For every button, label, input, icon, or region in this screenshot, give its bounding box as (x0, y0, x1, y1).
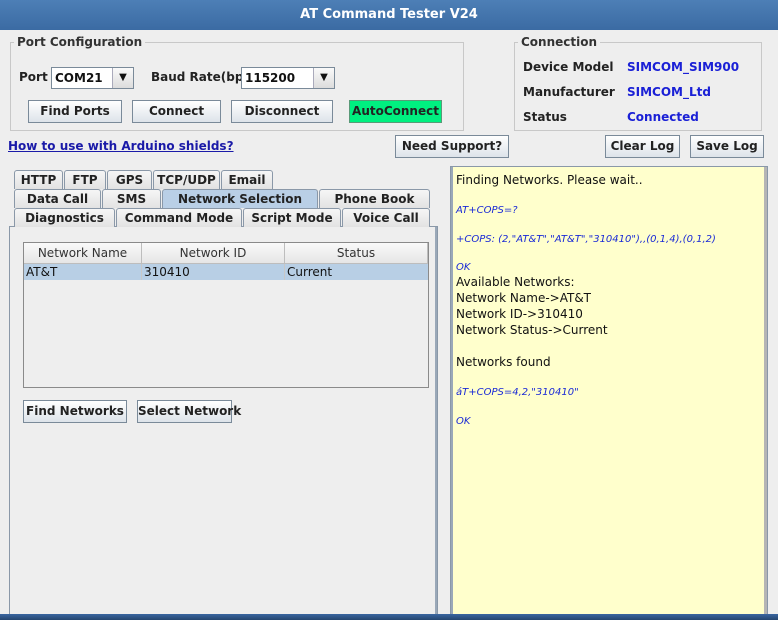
port-select[interactable]: COM21 ▼ (51, 67, 134, 89)
baud-rate-select[interactable]: 115200 ▼ (241, 67, 335, 89)
log-response: +COPS: (2,"AT&T","AT&T","310410"),,(0,1,… (456, 234, 716, 245)
log-line: Finding Networks. Please wait.. (456, 173, 643, 187)
disconnect-button[interactable]: Disconnect (231, 100, 333, 123)
chevron-down-icon: ▼ (313, 68, 334, 88)
window-bottom-edge (0, 614, 778, 620)
need-support-button[interactable]: Need Support? (395, 135, 509, 158)
tab-network-selection[interactable]: Network Selection (162, 189, 318, 208)
network-table: Network Name Network ID Status AT&T 3104… (23, 242, 429, 388)
port-label: Port (19, 70, 48, 84)
arduino-help-link[interactable]: How to use with Arduino shields? (8, 139, 234, 153)
log-line: Network Status->Current (456, 323, 608, 337)
clear-log-button[interactable]: Clear Log (605, 135, 680, 158)
select-network-button[interactable]: Select Network (137, 400, 241, 423)
column-header-network-id[interactable]: Network ID (142, 243, 285, 264)
column-header-network-name[interactable]: Network Name (24, 243, 142, 264)
log-response: OK (456, 262, 471, 273)
port-select-value: COM21 (55, 71, 103, 85)
status-value: Connected (627, 110, 699, 124)
tab-gps[interactable]: GPS (107, 170, 152, 189)
chevron-down-icon: ▼ (112, 68, 133, 88)
log-command: áT+COPS=4,2,"310410" (456, 387, 579, 398)
tab-tcp-udp[interactable]: TCP/UDP (153, 170, 220, 189)
find-networks-button[interactable]: Find Networks (23, 400, 127, 423)
device-model-value: SIMCOM_SIM900 (627, 60, 740, 74)
autoconnect-button[interactable]: AutoConnect (349, 100, 442, 123)
connection-title: Connection (518, 35, 601, 49)
find-ports-button[interactable]: Find Ports (28, 100, 122, 123)
cell-status: Current (287, 265, 333, 279)
port-configuration-title: Port Configuration (14, 35, 146, 49)
baud-rate-select-value: 115200 (245, 71, 296, 85)
save-log-button[interactable]: Save Log (690, 135, 764, 158)
tab-email[interactable]: Email (221, 170, 273, 189)
tab-command-mode[interactable]: Command Mode (116, 208, 242, 227)
log-response: OK (456, 416, 471, 427)
manufacturer-value: SIMCOM_Ltd (627, 85, 711, 99)
log-command: AT+COPS=? (456, 205, 518, 216)
device-model-label: Device Model (523, 60, 614, 74)
tab-ftp[interactable]: FTP (64, 170, 106, 189)
tab-http[interactable]: HTTP (14, 170, 63, 189)
connect-button[interactable]: Connect (132, 100, 221, 123)
window-title: AT Command Tester V24 (0, 0, 778, 30)
log-line: Network ID->310410 (456, 307, 583, 321)
tab-phone-book[interactable]: Phone Book (319, 189, 430, 208)
log-line: Available Networks: (456, 275, 575, 289)
tab-data-call[interactable]: Data Call (14, 189, 101, 208)
tab-diagnostics[interactable]: Diagnostics (14, 208, 115, 227)
tab-script-mode[interactable]: Script Mode (243, 208, 341, 227)
tab-voice-call[interactable]: Voice Call (342, 208, 430, 227)
cell-network-name: AT&T (24, 264, 142, 280)
table-row[interactable]: AT&T 310410 Current (24, 264, 428, 280)
cell-network-id: 310410 (142, 264, 285, 280)
tab-sms[interactable]: SMS (102, 189, 161, 208)
log-panel[interactable]: Finding Networks. Please wait.. AT+COPS=… (450, 166, 768, 620)
column-header-status[interactable]: Status (285, 243, 428, 264)
log-line: Networks found (456, 355, 551, 369)
log-line: Network Name->AT&T (456, 291, 591, 305)
manufacturer-label: Manufacturer (523, 85, 615, 99)
status-label: Status (523, 110, 567, 124)
